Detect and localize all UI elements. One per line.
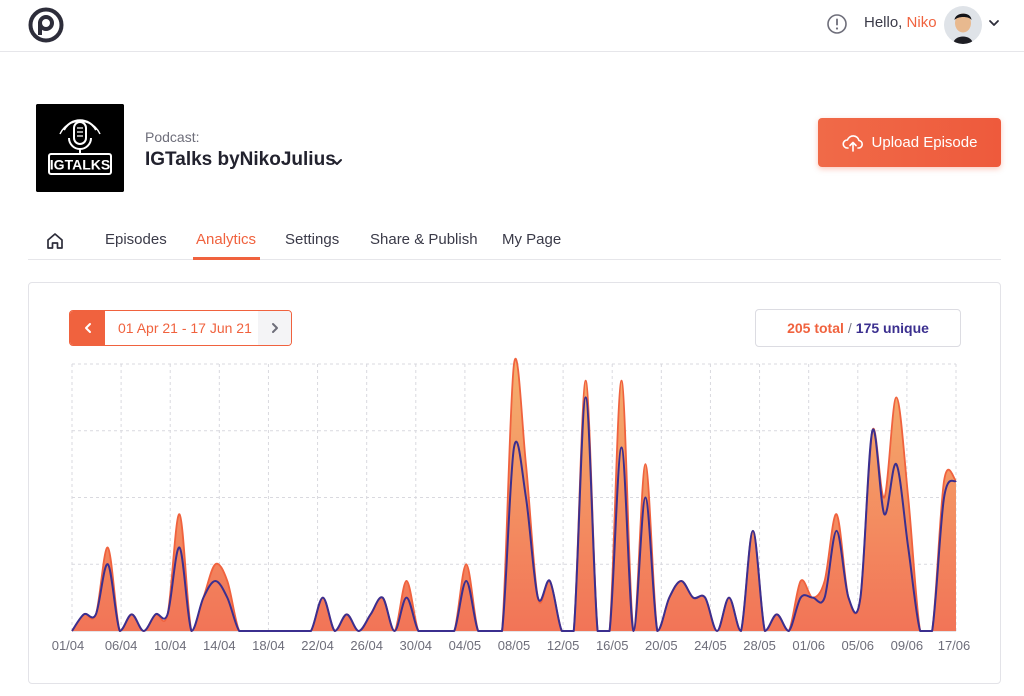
active-tab-indicator xyxy=(193,257,260,260)
listens-chart: 01/04 06/04 10/04 14/04 18/04 22/04 26/04 30/04… xyxy=(28,355,1001,660)
total-listens: 205 total xyxy=(787,320,844,336)
listens-area-chart: 01/04 06/04 10/04 14/04 18/04 22/04 26/04 30/04… xyxy=(52,357,971,653)
tab-analytics[interactable]: Analytics xyxy=(196,231,256,248)
microphone-icon: IGTALKS xyxy=(36,104,124,192)
tab-share-publish[interactable]: Share & Publish xyxy=(370,231,478,248)
listens-summary: 205 total / 175 unique xyxy=(755,309,961,347)
greeting-text: Hello, xyxy=(864,14,903,31)
x-tick-label: 14/04 xyxy=(203,638,236,653)
x-tick-label: 01/04 xyxy=(52,638,85,653)
user-avatar[interactable] xyxy=(944,6,982,44)
chart-series xyxy=(71,357,957,632)
chevron-left-icon xyxy=(84,323,91,333)
chevron-down-icon[interactable] xyxy=(331,157,343,167)
cover-title: IGTALKS xyxy=(50,157,110,173)
top-bar: Hello, Niko xyxy=(0,0,1024,52)
user-name[interactable]: Niko xyxy=(907,14,937,31)
total-listens-area xyxy=(72,358,956,631)
summary-separator: / xyxy=(847,320,852,336)
upload-episode-button[interactable]: Upload Episode xyxy=(818,118,1001,167)
tab-my-page[interactable]: My Page xyxy=(502,231,561,248)
x-tick-label: 20/05 xyxy=(645,638,678,653)
x-tick-label: 17/06 xyxy=(938,638,971,653)
tab-settings[interactable]: Settings xyxy=(285,231,339,248)
unique-listens: 175 unique xyxy=(855,320,929,336)
x-tick-label: 12/05 xyxy=(547,638,580,653)
user-greeting: Hello, Niko xyxy=(864,14,937,31)
previous-range-button[interactable] xyxy=(70,311,105,345)
x-tick-label: 26/04 xyxy=(350,638,383,653)
exclamation-circle-icon[interactable] xyxy=(826,13,848,35)
date-range-picker: 01 Apr 21 - 17 Jun 21 xyxy=(69,310,292,346)
x-tick-label: 16/05 xyxy=(596,638,629,653)
podcast-tabs: Episodes Analytics Settings Share & Publ… xyxy=(28,222,1001,260)
date-range-text[interactable]: 01 Apr 21 - 17 Jun 21 xyxy=(118,320,252,336)
podcast-cover: IGTALKS xyxy=(36,104,124,192)
podcast-name[interactable]: IGTalks byNikoJulius xyxy=(145,149,336,171)
tab-episodes[interactable]: Episodes xyxy=(105,231,167,248)
x-tick-label: 05/06 xyxy=(842,638,875,653)
home-icon[interactable] xyxy=(45,231,65,251)
x-tick-label: 01/06 xyxy=(792,638,825,653)
x-axis-labels: 01/04 06/04 10/04 14/04 18/04 22/04 26/04 30/04… xyxy=(52,638,971,653)
chevron-down-icon[interactable] xyxy=(988,18,1000,28)
podcast-logo-icon[interactable] xyxy=(28,7,64,43)
cloud-upload-icon xyxy=(841,134,863,152)
x-tick-label: 24/05 xyxy=(694,638,727,653)
x-tick-label: 10/04 xyxy=(154,638,187,653)
x-tick-label: 08/05 xyxy=(498,638,531,653)
next-range-button[interactable] xyxy=(258,311,291,345)
chevron-right-icon xyxy=(272,323,278,333)
x-tick-label: 18/04 xyxy=(252,638,285,653)
x-tick-label: 30/04 xyxy=(400,638,433,653)
x-tick-label: 09/06 xyxy=(891,638,924,653)
x-tick-label: 22/04 xyxy=(301,638,334,653)
avatar-icon xyxy=(944,6,982,44)
x-tick-label: 28/05 xyxy=(743,638,776,653)
x-tick-label: 04/05 xyxy=(449,638,482,653)
x-tick-label: 06/04 xyxy=(105,638,138,653)
podcast-label: Podcast: xyxy=(145,129,200,145)
upload-episode-label: Upload Episode xyxy=(871,134,978,151)
